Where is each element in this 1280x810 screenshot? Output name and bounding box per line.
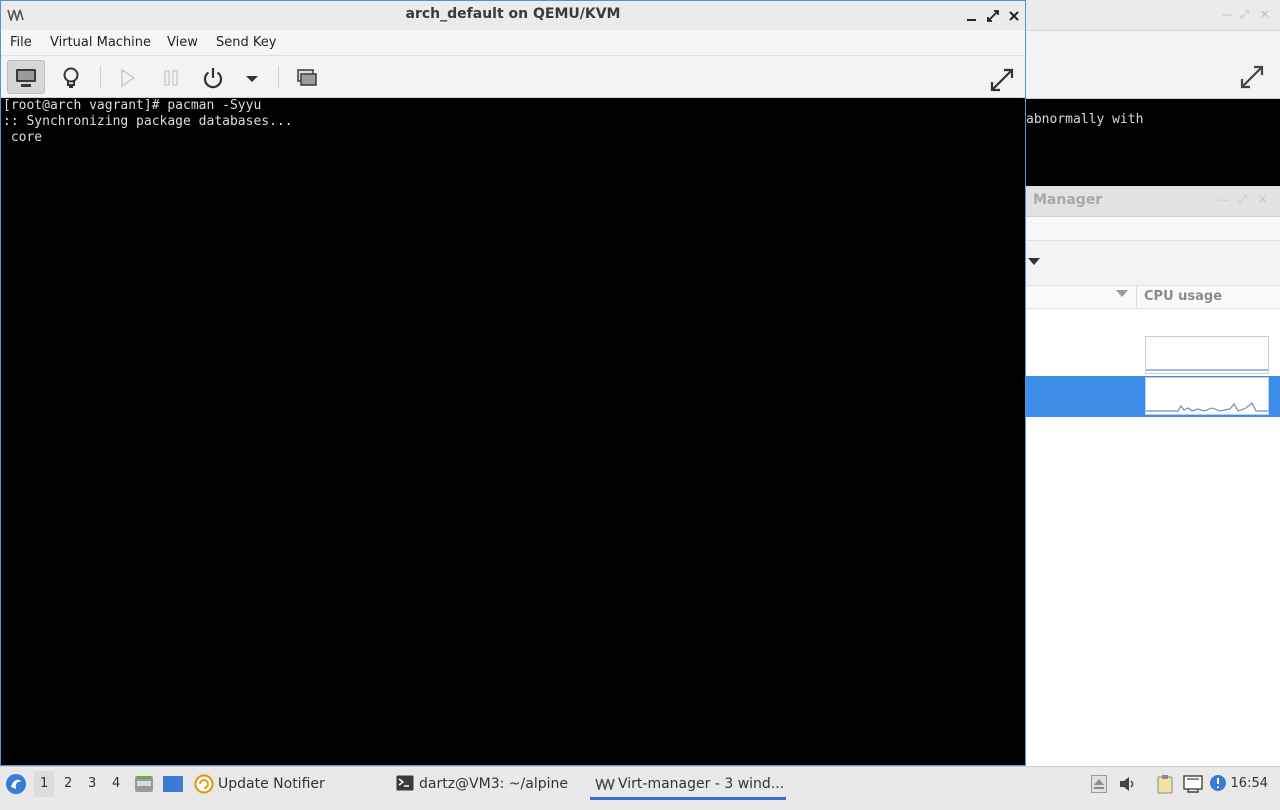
- terminal-icon: [396, 775, 414, 791]
- fullscreen-button[interactable]: [983, 60, 1021, 94]
- task-label: Virt-manager - 3 wind...: [618, 776, 785, 792]
- cpu-usage-graph: [1145, 377, 1269, 415]
- workspace-2[interactable]: 2: [64, 776, 72, 791]
- cpu-usage-column-label[interactable]: CPU usage: [1144, 289, 1222, 304]
- pause-button[interactable]: [152, 60, 190, 94]
- virt-manager-title: Manager: [1033, 192, 1103, 208]
- vm-list-row-selected[interactable]: [1026, 376, 1280, 417]
- column-separator: [1136, 286, 1137, 308]
- background-vm-window[interactable]: — ⤢ ✕ abnormally with: [1026, 0, 1280, 186]
- tray-updates-button[interactable]: [1209, 774, 1227, 808]
- vm-toolbar: [1, 56, 1025, 98]
- fullscreen-icon: [983, 66, 1021, 94]
- window-titlebar[interactable]: arch_default on QEMU/KVM: [1, 1, 1025, 30]
- virt-manager-menubar: [1026, 217, 1280, 241]
- task-update-notifier[interactable]: Update Notifier: [192, 767, 377, 800]
- task-virt-manager[interactable]: Virt-manager - 3 wind...: [590, 767, 786, 800]
- taskbar: 1 2 3 4 Update Notifier dartz@VM3: ~/alp…: [0, 766, 1280, 800]
- shutdown-button[interactable]: [194, 60, 232, 94]
- pause-icon: [152, 66, 190, 90]
- minimize-icon[interactable]: —: [1222, 8, 1233, 21]
- close-icon[interactable]: [1006, 8, 1022, 24]
- tray-volume-button[interactable]: [1119, 776, 1137, 810]
- workspace-4[interactable]: 4: [112, 776, 120, 791]
- start-menu-button[interactable]: [5, 773, 27, 807]
- clipboard-icon: [1156, 774, 1174, 794]
- close-icon[interactable]: ✕: [1258, 193, 1267, 206]
- display-icon: [8, 67, 44, 89]
- background-vm-titlebar[interactable]: — ⤢ ✕: [1026, 0, 1280, 30]
- fullscreen-icon[interactable]: [1238, 63, 1266, 91]
- task-terminal[interactable]: dartz@VM3: ~/alpine: [394, 767, 584, 800]
- menu-file[interactable]: File: [10, 35, 32, 50]
- maximize-icon[interactable]: ⤢: [1240, 8, 1249, 22]
- volume-icon: [1119, 776, 1137, 792]
- console-line: :: Synchronizing package databases...: [3, 114, 293, 129]
- task-label: Update Notifier: [218, 776, 325, 792]
- maximize-icon[interactable]: ⤢: [1238, 193, 1247, 207]
- shutdown-menu-button[interactable]: [234, 60, 270, 94]
- menu-view[interactable]: View: [167, 35, 198, 50]
- toolbar-separator: [100, 66, 101, 88]
- show-console-button[interactable]: [7, 60, 45, 94]
- maximize-icon[interactable]: [985, 8, 1001, 24]
- eject-icon: [1091, 775, 1107, 793]
- menu-send-key[interactable]: Send Key: [216, 35, 276, 50]
- menubar: File Virtual Machine View Send Key: [1, 30, 1025, 56]
- virt-manager-toolbar: [1026, 241, 1280, 286]
- snapshots-icon: [288, 66, 326, 90]
- console-line: [root@arch vagrant]# pacman -Syyu: [3, 98, 262, 113]
- tray-clipboard-button[interactable]: [1156, 774, 1174, 808]
- virt-manager-titlebar[interactable]: Manager — ⤢ ✕: [1026, 186, 1280, 217]
- close-icon[interactable]: ✕: [1260, 8, 1269, 21]
- menu-virtual-machine[interactable]: Virtual Machine: [50, 35, 151, 50]
- chevron-down-icon: [234, 66, 270, 90]
- vm-list-row[interactable]: [1026, 335, 1280, 376]
- cpu-usage-graph: [1145, 336, 1269, 374]
- play-icon: [108, 66, 146, 90]
- console-line: core: [3, 130, 43, 145]
- app-menu-icon: [5, 773, 27, 795]
- show-desktop-button[interactable]: [162, 775, 184, 809]
- vm-list-column-header[interactable]: CPU usage: [1026, 285, 1280, 309]
- update-info-icon: [1209, 774, 1227, 792]
- task-label: dartz@VM3: ~/alpine: [419, 776, 568, 792]
- lightbulb-icon: [52, 66, 90, 90]
- folder-icon: [134, 775, 154, 793]
- update-notifier-icon: [194, 774, 214, 794]
- toolbar-separator: [278, 66, 279, 88]
- window-title: arch_default on QEMU/KVM: [405, 6, 621, 22]
- workspace-3[interactable]: 3: [88, 776, 96, 791]
- network-icon: [1183, 775, 1203, 793]
- tray-network-button[interactable]: [1183, 775, 1203, 809]
- background-vm-toolbar: [1026, 30, 1280, 99]
- virt-manager-window[interactable]: Manager — ⤢ ✕ CPU usage: [1026, 186, 1280, 766]
- tray-eject-button[interactable]: [1091, 775, 1107, 809]
- background-terminal-text: abnormally with: [1026, 112, 1144, 127]
- sort-arrow-icon[interactable]: [1116, 290, 1128, 298]
- minimize-icon[interactable]: —: [1218, 193, 1229, 206]
- file-manager-launcher[interactable]: [134, 775, 154, 809]
- workspace-1[interactable]: 1: [34, 771, 54, 797]
- minimize-icon[interactable]: [964, 8, 980, 24]
- desktop-icon: [162, 775, 184, 793]
- vm-console-window[interactable]: arch_default on QEMU/KVM File Virtual Ma…: [0, 0, 1026, 766]
- run-button[interactable]: [108, 60, 146, 94]
- snapshots-button[interactable]: [288, 60, 326, 94]
- show-details-button[interactable]: [52, 60, 90, 94]
- chevron-down-icon[interactable]: [1028, 258, 1040, 266]
- clock[interactable]: 16:54: [1231, 776, 1268, 791]
- virt-manager-icon: [595, 778, 615, 790]
- power-icon: [194, 66, 232, 90]
- vm-console-screen[interactable]: [root@arch vagrant]# pacman -Syyu :: Syn…: [1, 98, 1025, 765]
